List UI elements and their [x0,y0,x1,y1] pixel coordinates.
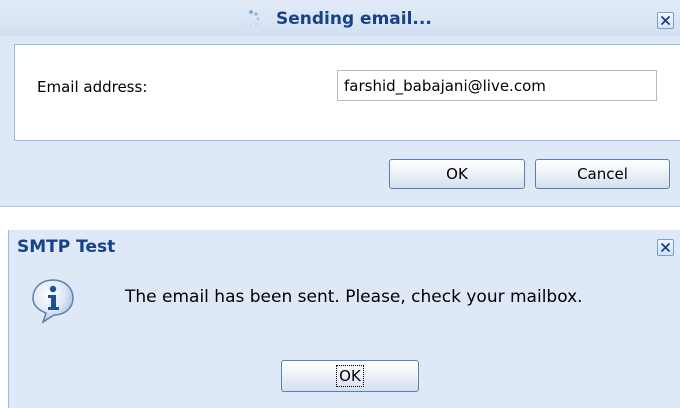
dialog-message: The email has been sent. Please, check y… [125,287,583,307]
close-button[interactable] [657,239,674,256]
close-icon [661,16,670,25]
dialog-title: Sending email... [276,9,432,29]
ok-button[interactable]: OK [281,360,419,392]
email-address-label: Email address: [37,78,148,96]
info-icon [29,276,77,324]
sending-email-dialog: Sending email... Email address: OK Cance… [0,0,680,207]
email-address-input[interactable] [337,70,657,101]
ok-button-label: OK [336,365,364,387]
dialog-form-panel: Email address: [14,44,680,141]
dialog-titlebar[interactable]: Sending email... [0,0,680,36]
ok-button[interactable]: OK [389,159,525,189]
dialog-title: SMTP Test [17,237,116,257]
cancel-button[interactable]: Cancel [535,159,670,189]
smtp-test-dialog: SMTP Test The email has been sent. Pleas… [8,230,680,408]
loading-spinner-icon [241,9,261,29]
close-icon [661,243,670,252]
close-button[interactable] [657,12,674,29]
